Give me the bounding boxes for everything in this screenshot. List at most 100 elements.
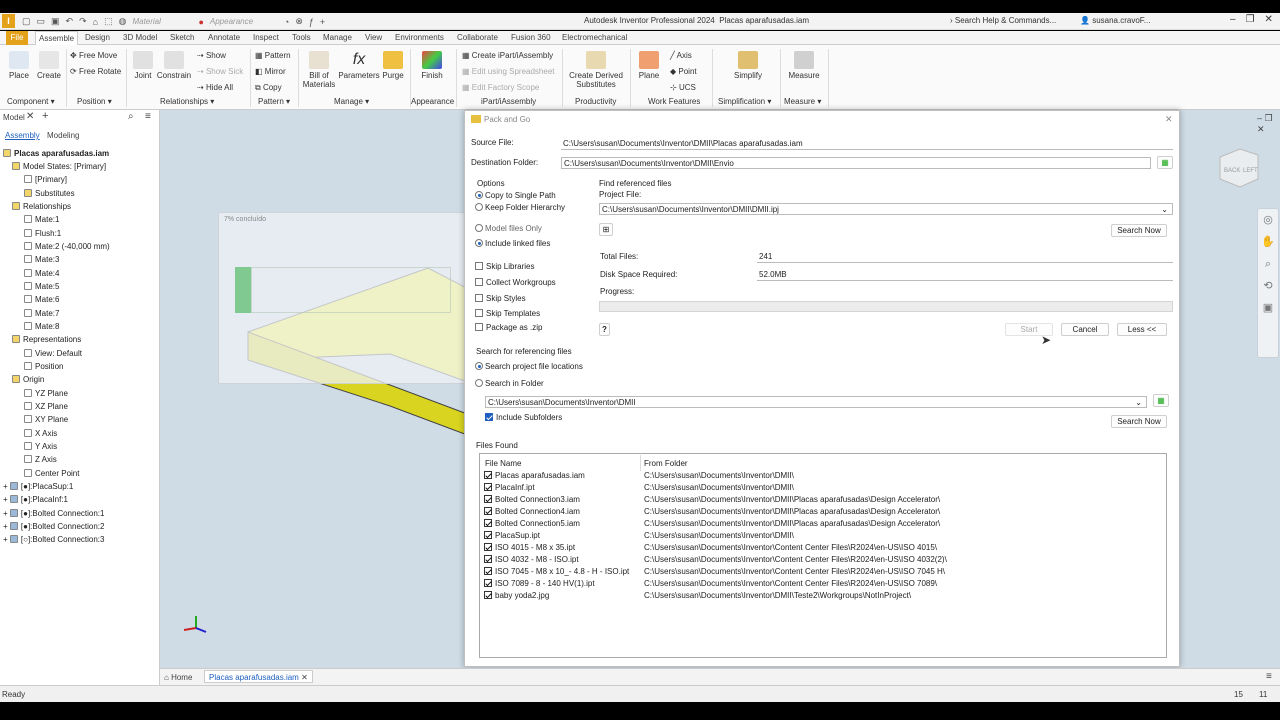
help-button[interactable]: ? (599, 323, 610, 336)
select-icon[interactable]: ⬚ (104, 16, 113, 27)
checkbox-checked[interactable] (484, 483, 492, 491)
checkbox-checked[interactable] (484, 543, 492, 551)
file-row[interactable]: Placas aparafusadas.iam C:\Users\susan\Do… (484, 471, 1164, 483)
col-file-name[interactable]: File Name (485, 459, 521, 468)
help-search[interactable]: › Search Help & Commands... (950, 16, 1056, 25)
joint-button[interactable]: Joint (130, 51, 156, 80)
checkbox-checked[interactable] (484, 591, 492, 599)
tree-item[interactable]: X Axis (24, 429, 57, 438)
tree-item[interactable]: Mate:8 (24, 322, 59, 331)
search-now-button-2[interactable]: Search Now (1111, 415, 1167, 428)
add-browser-icon[interactable]: + (42, 110, 48, 122)
tree-item[interactable]: Model States: [Primary] (12, 162, 106, 171)
tree-item[interactable]: Mate:5 (24, 282, 59, 291)
tab-inspect[interactable]: Inspect (250, 31, 282, 45)
tab-electromechanical[interactable]: Electromechanical (559, 31, 630, 45)
file-row[interactable]: ISO 7089 - 8 - 140 HV(1).ipt C:\Users\sus… (484, 579, 1164, 591)
axis-button[interactable]: ╱ Axis (670, 51, 692, 60)
copy-button[interactable]: ⧉ Copy (255, 83, 282, 93)
file-row[interactable]: PlacaSup.ipt C:\Users\susan\Documents\Inv… (484, 531, 1164, 543)
tree-item[interactable]: Flush:1 (24, 229, 61, 238)
doc-tab[interactable]: Placas aparafusadas.iam ✕ (204, 670, 313, 683)
menu-icon[interactable]: ≡ (145, 111, 151, 122)
tree-item[interactable]: YZ Plane (24, 389, 68, 398)
free-move-button[interactable]: ✥ Free Move (70, 51, 117, 60)
checkbox-checked[interactable] (484, 519, 492, 527)
skip-templates-checkbox[interactable]: Skip Templates (475, 309, 540, 318)
restore-icon[interactable]: ❐ (1246, 14, 1255, 25)
measure-button[interactable]: Measure (786, 51, 822, 80)
view-cube[interactable]: BACK LEFT (1212, 145, 1260, 190)
bom-button[interactable]: Bill of Materials (302, 51, 336, 89)
tab-annotate[interactable]: Annotate (205, 31, 243, 45)
menu-icon[interactable]: ≡ (1266, 671, 1272, 682)
model-files-only-radio[interactable]: Model files Only (475, 224, 542, 233)
create-ipart-button[interactable]: ▦ Create iPart/iAssembly (462, 51, 553, 60)
finish-button[interactable]: Finish (418, 51, 446, 80)
tree-item[interactable]: Mate:1 (24, 215, 59, 224)
home-icon[interactable]: ⌂ (93, 17, 98, 27)
tab-fusion-360[interactable]: Fusion 360 (508, 31, 554, 45)
free-rotate-button[interactable]: ⟳ Free Rotate (70, 67, 121, 76)
tree-item[interactable]: + [●]:PlacaSup:1 (3, 482, 73, 491)
navigation-bar[interactable]: ◎ ✋ ⌕ ⟲ ▣ (1257, 208, 1279, 358)
material-icon[interactable]: ◍ (119, 16, 127, 27)
create-button[interactable]: Create (36, 51, 62, 80)
pan-icon[interactable]: ✋ (1258, 231, 1278, 253)
copy-single-path-radio[interactable]: Copy to Single Path (475, 191, 556, 200)
search-icon[interactable]: ⌕ (128, 111, 134, 122)
edit-factory-button[interactable]: ▦ Edit Factory Scope (462, 83, 539, 92)
dialog-close-icon[interactable]: ✕ (1165, 114, 1173, 125)
material-select[interactable]: Material (132, 17, 192, 26)
tab-manage[interactable]: Manage (320, 31, 355, 45)
open-icon[interactable]: ▭ (37, 16, 46, 27)
ucs-button[interactable]: ⊹ UCS (670, 83, 696, 92)
tab-assembly-view[interactable]: Assembly (5, 131, 40, 140)
minimize-icon[interactable]: – (1230, 14, 1236, 25)
inventor-app-icon[interactable]: I (2, 14, 15, 28)
show-button[interactable]: ⇢ Show (197, 51, 226, 60)
appearance-select[interactable]: Appearance (210, 17, 278, 26)
purge-button[interactable]: Purge (380, 51, 406, 80)
pattern-button[interactable]: ▦ Pattern (255, 51, 291, 60)
cancel-button[interactable]: Cancel (1061, 323, 1109, 336)
redo-icon[interactable]: ↷ (79, 16, 87, 27)
tree-item[interactable]: Center Point (24, 469, 79, 478)
tab-collaborate[interactable]: Collaborate (454, 31, 501, 45)
tree-item[interactable]: + [○]:Bolted Connection:3 (3, 535, 104, 544)
search-folder-select[interactable]: C:\Users\susan\Documents\Inventor\DMII ⌄ (485, 396, 1147, 408)
file-row[interactable]: ISO 4015 - M8 x 35.ipt C:\Users\susan\Doc… (484, 543, 1164, 555)
tree-item[interactable]: Y Axis (24, 442, 57, 451)
tree-item[interactable]: Mate:7 (24, 309, 59, 318)
tree-root[interactable]: Placas aparafusadas.iam (3, 149, 109, 158)
file-row[interactable]: Bolted Connection4.iam C:\Users\susan\Doc… (484, 507, 1164, 519)
tree-item[interactable]: Mate:4 (24, 269, 59, 278)
file-row[interactable]: Bolted Connection3.iam C:\Users\susan\Doc… (484, 495, 1164, 507)
search-now-button[interactable]: Search Now (1111, 224, 1167, 237)
tree-item[interactable]: View: Default (24, 349, 82, 358)
tree-item[interactable]: + [●]:Bolted Connection:2 (3, 522, 104, 531)
search-project-radio[interactable]: Search project file locations (475, 362, 583, 371)
palette-icon[interactable]: ◔ (284, 17, 289, 27)
col-from-folder[interactable]: From Folder (644, 459, 688, 468)
checkbox-checked[interactable] (484, 531, 492, 539)
simplify-button[interactable]: Simplify (730, 51, 766, 80)
tree-item[interactable]: Mate:3 (24, 255, 59, 264)
group-simplification[interactable]: Simplification ▾ (718, 97, 771, 106)
tree-item[interactable]: Mate:2 (-40,000 mm) (24, 242, 110, 251)
skip-libraries-checkbox[interactable]: Skip Libraries (475, 262, 534, 271)
hide-all-button[interactable]: ⇢ Hide All (197, 83, 233, 92)
point-button[interactable]: ◆ Point (670, 67, 697, 76)
group-relationships[interactable]: Relationships ▾ (160, 97, 214, 106)
less-button[interactable]: Less << (1117, 323, 1167, 336)
browse-destination-button[interactable]: ▦ (1157, 156, 1173, 169)
tree-item[interactable]: + [●]:PlacaInf:1 (3, 495, 68, 504)
checkbox-checked[interactable] (484, 495, 492, 503)
tree-item[interactable]: Z Axis (24, 455, 57, 464)
project-browse-button[interactable]: ⊞ (599, 223, 613, 236)
tab-3d-model[interactable]: 3D Model (120, 31, 160, 45)
tree-item[interactable]: XY Plane (24, 415, 68, 424)
checkbox-checked[interactable] (484, 567, 492, 575)
tree-item[interactable]: + [●]:Bolted Connection:1 (3, 509, 104, 518)
include-linked-radio[interactable]: Include linked files (475, 239, 550, 248)
